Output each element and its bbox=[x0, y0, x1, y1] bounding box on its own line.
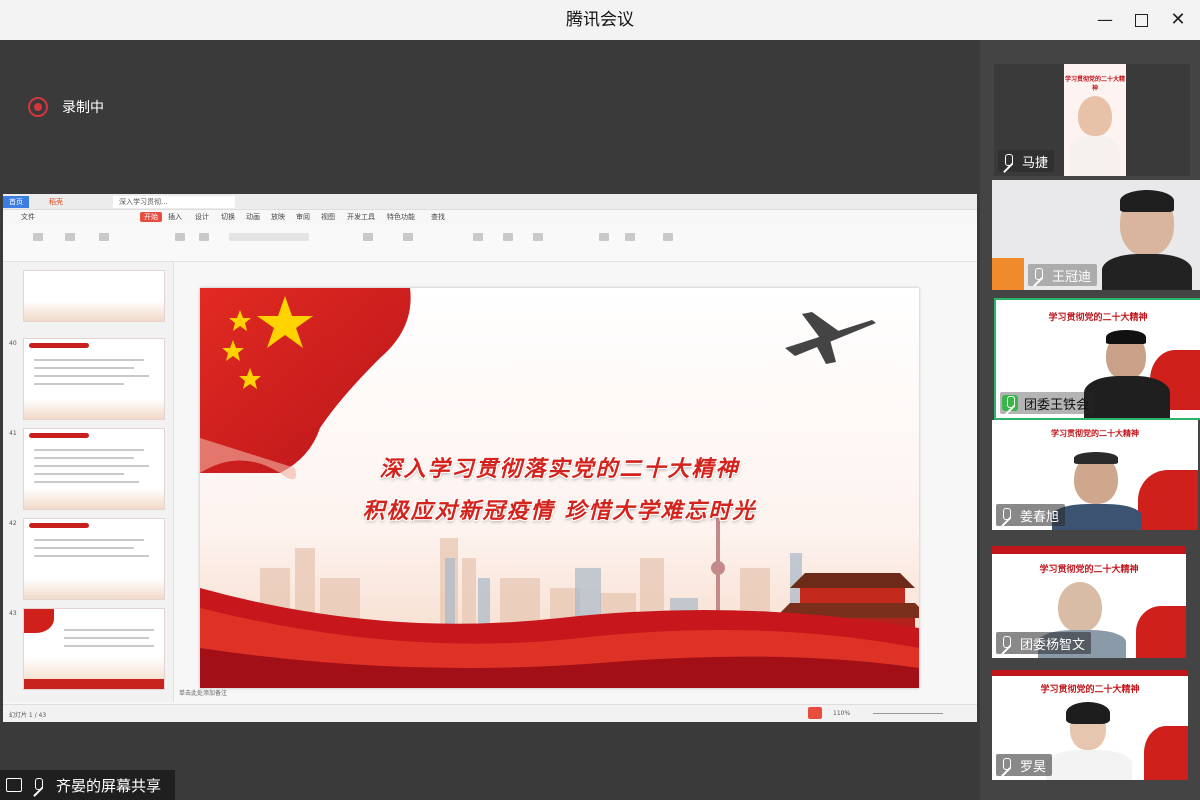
mic-muted-icon bbox=[30, 777, 46, 793]
minimize-button[interactable]: — bbox=[1091, 6, 1119, 34]
participant-name: 罗昊 bbox=[1020, 759, 1047, 775]
slide-thumbnail[interactable] bbox=[23, 338, 165, 420]
participant-label: 马捷 bbox=[998, 150, 1055, 172]
shared-screen: 首页 稻壳 深入学习贯彻... 文件 开始 插入 设计 切换 动画 放映 审阅 … bbox=[3, 194, 977, 722]
slide-thumbnail[interactable] bbox=[23, 270, 165, 322]
slide-number: 40 bbox=[9, 340, 17, 347]
tab-docer[interactable]: 稻壳 bbox=[43, 196, 69, 208]
participant-tile[interactable]: 学习贯彻党的二十大精神 罗昊 bbox=[992, 670, 1188, 780]
menu-search[interactable]: 查找 bbox=[431, 212, 445, 222]
participant-name: 王冠迪 bbox=[1052, 269, 1092, 285]
participant-label: 王冠迪 bbox=[1028, 264, 1098, 286]
mic-muted-icon bbox=[1030, 267, 1046, 283]
recording-indicator[interactable]: 录制中 bbox=[28, 96, 104, 118]
participant-tile[interactable]: 学习贯彻党的二十大精神 姜春旭 bbox=[992, 420, 1198, 530]
participant-tile[interactable]: 王冠迪 bbox=[992, 180, 1200, 290]
close-button[interactable]: ✕ bbox=[1164, 6, 1192, 34]
participant-label: 团委王铁会 bbox=[1000, 392, 1096, 414]
participant-name: 马捷 bbox=[1022, 155, 1049, 171]
play-slideshow-button[interactable] bbox=[808, 707, 822, 719]
screen-share-label[interactable]: 齐晏的屏幕共享 bbox=[0, 770, 175, 800]
slide-headline-1: 深入学习贯彻落实党的二十大精神 bbox=[379, 456, 740, 482]
menu-special[interactable]: 特色功能 bbox=[387, 212, 415, 222]
participant-label: 罗昊 bbox=[996, 754, 1053, 776]
window-title: 腾讯会议 bbox=[566, 10, 634, 30]
poster-title: 学习贯彻党的二十大精神 bbox=[1048, 313, 1148, 323]
slide-number: 41 bbox=[9, 430, 17, 437]
recording-label: 录制中 bbox=[62, 100, 104, 116]
menu-insert[interactable]: 插入 bbox=[168, 212, 182, 222]
main-slide[interactable]: 深入学习贯彻落实党的二十大精神 积极应对新冠疫情 珍惜大学难忘时光 bbox=[200, 288, 919, 688]
notes-area[interactable]: 单击此处添加备注 bbox=[175, 686, 975, 700]
menu-file[interactable]: 文件 bbox=[21, 212, 35, 222]
menu-view[interactable]: 视图 bbox=[321, 212, 335, 222]
participant-name: 团委王铁会 bbox=[1024, 397, 1090, 413]
slide-thumbnail[interactable] bbox=[23, 518, 165, 600]
menu-slideshow[interactable]: 放映 bbox=[271, 212, 285, 222]
slide-number: 42 bbox=[9, 520, 17, 527]
poster-title: 学习贯彻党的二十大精神 bbox=[1051, 429, 1139, 438]
menu-transition[interactable]: 切换 bbox=[221, 212, 235, 222]
screen-share-icon bbox=[6, 778, 22, 792]
menu-design[interactable]: 设计 bbox=[195, 212, 209, 222]
slide-headline-2: 积极应对新冠疫情 珍惜大学难忘时光 bbox=[362, 498, 757, 524]
notes-hint: 单击此处添加备注 bbox=[179, 690, 228, 697]
poster-title: 学习贯彻党的二十大精神 bbox=[1040, 685, 1140, 695]
title-bar: 腾讯会议 — ✕ bbox=[0, 0, 1200, 40]
app-tab-bar: 首页 稻壳 深入学习贯彻... bbox=[3, 194, 977, 210]
record-icon bbox=[28, 97, 48, 117]
slide-number: 43 bbox=[9, 610, 17, 617]
slide-background bbox=[200, 288, 919, 688]
mic-muted-icon bbox=[1000, 153, 1016, 169]
meeting-stage: 录制中 首页 稻壳 深入学习贯彻... 文件 开始 插入 设计 切换 动画 放映… bbox=[0, 40, 980, 800]
participant-label: 姜春旭 bbox=[996, 504, 1066, 526]
mic-muted-icon bbox=[998, 507, 1014, 523]
participant-name: 姜春旭 bbox=[1020, 509, 1060, 525]
menu-start[interactable]: 开始 bbox=[140, 212, 162, 222]
mic-active-icon bbox=[1002, 395, 1018, 411]
maximize-icon bbox=[1134, 14, 1148, 27]
mic-muted-icon bbox=[998, 757, 1014, 773]
maximize-button[interactable] bbox=[1127, 6, 1155, 34]
participant-tile[interactable]: 学习贯彻党的二十大精神 团委杨智文 bbox=[992, 546, 1186, 658]
poster-title: 学习贯彻党的二十大精神 bbox=[1064, 76, 1125, 92]
slide-thumbnail[interactable] bbox=[23, 608, 165, 690]
poster-title: 学习贯彻党的二十大精神 bbox=[1039, 565, 1139, 575]
menu-animation[interactable]: 动画 bbox=[246, 212, 260, 222]
menu-developer[interactable]: 开发工具 bbox=[347, 212, 375, 222]
menu-review[interactable]: 审阅 bbox=[296, 212, 310, 222]
participant-name: 团委杨智文 bbox=[1020, 637, 1086, 653]
slide-counter: 幻灯片 1 / 43 bbox=[9, 712, 47, 719]
mic-muted-icon bbox=[998, 635, 1014, 651]
participant-tile[interactable]: 学习贯彻党的二十大精神 团委王铁会 bbox=[994, 298, 1200, 420]
zoom-level: 110% bbox=[833, 710, 851, 717]
menu-bar: 文件 开始 插入 设计 切换 动画 放映 审阅 视图 开发工具 特色功能 查找 bbox=[3, 210, 977, 224]
participants-panel: 学习贯彻党的二十大精神 马捷 王冠迪 学习贯彻党的二十大精神 团委王铁会 学习贯… bbox=[980, 40, 1200, 800]
ribbon-toolbar bbox=[3, 225, 977, 262]
sharer-name: 齐晏的屏幕共享 bbox=[56, 776, 162, 795]
slide-thumbnail[interactable] bbox=[23, 428, 165, 510]
participant-tile[interactable]: 学习贯彻党的二十大精神 马捷 bbox=[994, 64, 1190, 176]
slide-thumbnail-panel: 40 41 42 43 bbox=[3, 262, 174, 702]
zoom-slider[interactable] bbox=[873, 713, 943, 714]
tab-home[interactable]: 首页 bbox=[3, 196, 29, 208]
avatar-icon bbox=[992, 258, 1024, 290]
participant-label: 团委杨智文 bbox=[996, 632, 1092, 654]
tab-document[interactable]: 深入学习贯彻... bbox=[113, 196, 235, 208]
status-bar: 幻灯片 1 / 43 110% bbox=[3, 704, 977, 722]
